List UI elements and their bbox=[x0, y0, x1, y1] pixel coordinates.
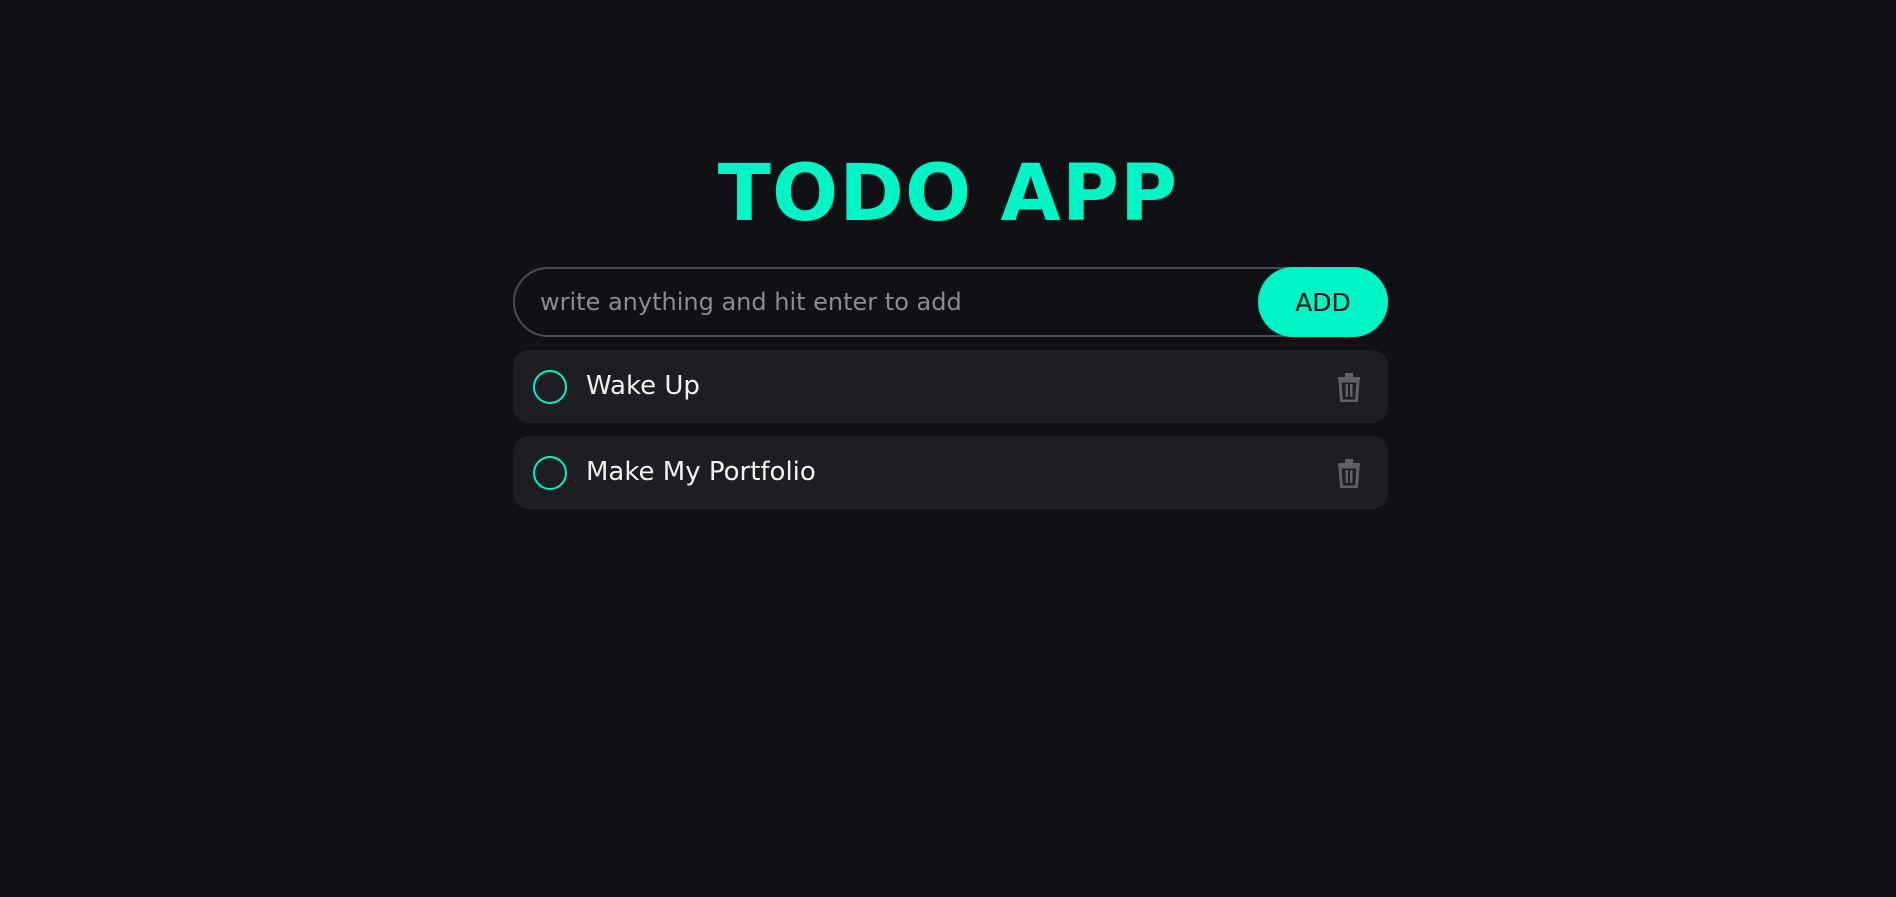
todo-app: TODO APP ADD Wake Up Make My Portfolio bbox=[0, 0, 1896, 897]
todo-list: Wake Up Make My Portfolio bbox=[513, 350, 1388, 522]
page-title: TODO APP bbox=[717, 149, 1179, 239]
circle-icon[interactable] bbox=[533, 456, 567, 490]
todo-item: Wake Up bbox=[513, 350, 1388, 423]
todo-input[interactable] bbox=[513, 267, 1388, 337]
trash-icon bbox=[1338, 459, 1360, 489]
circle-icon[interactable] bbox=[533, 370, 567, 404]
todo-item: Make My Portfolio bbox=[513, 436, 1388, 509]
todo-text: Make My Portfolio bbox=[586, 457, 816, 487]
todo-text: Wake Up bbox=[586, 371, 700, 401]
add-todo-form: ADD bbox=[513, 267, 1388, 337]
trash-icon bbox=[1338, 373, 1360, 403]
delete-button[interactable] bbox=[1336, 458, 1362, 489]
add-button[interactable]: ADD bbox=[1258, 267, 1388, 337]
delete-button[interactable] bbox=[1336, 372, 1362, 403]
